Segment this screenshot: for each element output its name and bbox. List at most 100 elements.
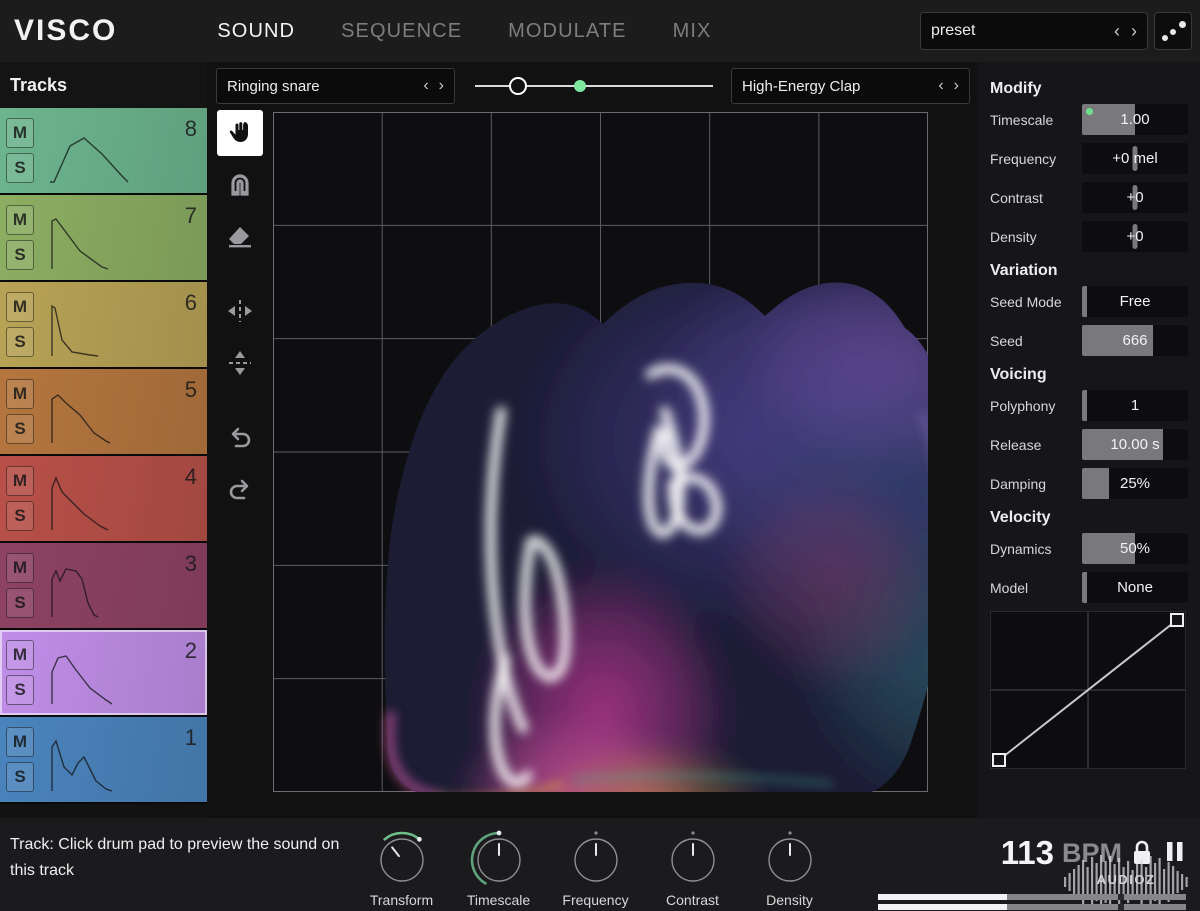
param-label: Dynamics	[990, 541, 1082, 557]
source-b-name: High-Energy Clap	[742, 78, 938, 95]
track-solo-button[interactable]: S	[6, 327, 34, 357]
knob-transform[interactable]: Transform	[370, 826, 433, 908]
morph-slider-handle[interactable]	[509, 77, 527, 95]
knob-contrast[interactable]: Contrast	[661, 826, 724, 908]
knob-dial[interactable]	[759, 826, 821, 888]
param-field-model[interactable]: None	[1082, 572, 1188, 603]
preset-next-button[interactable]: ›	[1131, 22, 1137, 40]
track-solo-button[interactable]: S	[6, 588, 34, 618]
knob-density[interactable]: Density	[758, 826, 821, 908]
track-solo-button[interactable]: S	[6, 762, 34, 792]
level-meter-tail	[1124, 904, 1186, 910]
collapse-horizontal-icon	[225, 296, 255, 326]
source-b-selector[interactable]: High-Energy Clap ‹ ›	[731, 68, 970, 104]
param-value: None	[1117, 579, 1153, 596]
knob-dial[interactable]	[371, 826, 433, 888]
knob-dial[interactable]	[662, 826, 724, 888]
audioz-label: AUDIOZ	[1062, 872, 1190, 887]
track-number: 7	[185, 203, 197, 229]
randomize-dice-button[interactable]	[1154, 12, 1192, 50]
source-a-selector[interactable]: Ringing snare ‹ ›	[216, 68, 455, 104]
param-field-contrast[interactable]: +0	[1082, 182, 1188, 213]
track-mute-button[interactable]: M	[6, 379, 34, 409]
track-row[interactable]: MS6	[0, 282, 207, 369]
knob-frequency[interactable]: Frequency	[564, 826, 627, 908]
track-envelope-icon	[50, 385, 130, 445]
track-mute-button[interactable]: M	[6, 205, 34, 235]
track-solo-button[interactable]: S	[6, 501, 34, 531]
param-field-timescale[interactable]: 1.00	[1082, 104, 1188, 135]
spectrogram-canvas[interactable]	[273, 112, 928, 792]
knob-dial[interactable]	[565, 826, 627, 888]
knob-dial[interactable]	[468, 826, 530, 888]
track-row[interactable]: MS1	[0, 717, 207, 804]
tool-button-collapse-horizontal[interactable]	[217, 288, 263, 334]
track-mute-button[interactable]: M	[6, 553, 34, 583]
nav-tab-sound[interactable]: SOUND	[217, 20, 295, 43]
track-row[interactable]: MS 7	[0, 195, 207, 282]
param-field-seed[interactable]: 666	[1082, 325, 1188, 356]
knob-ring	[381, 839, 423, 881]
source-a-prev-button[interactable]: ‹	[423, 78, 428, 94]
track-row[interactable]: MS3	[0, 543, 207, 630]
param-field-polyphony[interactable]: 1	[1082, 390, 1188, 421]
param-field-release[interactable]: 10.00 s	[1082, 429, 1188, 460]
param-field-seed-mode[interactable]: Free	[1082, 286, 1188, 317]
knob-timescale[interactable]: Timescale	[467, 826, 530, 908]
track-solo-button[interactable]: S	[6, 675, 34, 705]
preset-selector[interactable]: preset ‹ ›	[920, 12, 1148, 50]
main-nav: SOUND SEQUENCE MODULATE MIX	[217, 20, 711, 43]
track-mute-button[interactable]: M	[6, 727, 34, 757]
track-solo-button[interactable]: S	[6, 414, 34, 444]
track-number: 8	[185, 116, 197, 142]
preset-prev-button[interactable]: ‹	[1114, 22, 1120, 40]
lock-icon[interactable]	[1130, 838, 1154, 868]
track-row[interactable]: MS 8	[0, 108, 207, 195]
knob-top-mark	[691, 831, 694, 834]
tool-button-magnet[interactable]	[217, 162, 263, 208]
source-b-arrows: ‹ ›	[938, 78, 959, 94]
tool-button-eraser[interactable]	[217, 214, 263, 260]
morph-modulation-dot[interactable]	[574, 80, 586, 92]
track-mute-button[interactable]: M	[6, 640, 34, 670]
tool-button-undo[interactable]	[217, 414, 263, 460]
track-row[interactable]: MS2	[0, 630, 207, 717]
pause-icon[interactable]	[1162, 838, 1188, 868]
param-row: Contrast+0	[990, 182, 1188, 213]
param-field-damping[interactable]: 25%	[1082, 468, 1188, 499]
tool-button-pointer-hand[interactable]	[217, 110, 263, 156]
track-mute-button[interactable]: M	[6, 292, 34, 322]
nav-tab-modulate[interactable]: MODULATE	[508, 20, 626, 43]
velocity-curve-editor[interactable]	[990, 611, 1186, 769]
track-mute-button[interactable]: M	[6, 466, 34, 496]
param-field-density[interactable]: +0	[1082, 221, 1188, 252]
source-b-prev-button[interactable]: ‹	[938, 78, 943, 94]
undo-icon	[225, 422, 255, 452]
collapse-vertical-icon	[225, 348, 255, 378]
track-mute-button[interactable]: M	[6, 118, 34, 148]
source-a-arrows: ‹ ›	[423, 78, 444, 94]
track-ms-buttons: MS	[6, 553, 34, 618]
track-row[interactable]: MS5	[0, 369, 207, 456]
level-meter-hot	[878, 894, 1007, 900]
knob-arc-tip	[496, 831, 501, 836]
track-solo-button[interactable]: S	[6, 153, 34, 183]
source-a-next-button[interactable]: ›	[439, 78, 444, 94]
param-row: Polyphony1	[990, 390, 1188, 421]
nav-tab-sequence[interactable]: SEQUENCE	[341, 20, 462, 43]
tool-button-collapse-vertical[interactable]	[217, 340, 263, 386]
source-b-next-button[interactable]: ›	[954, 78, 959, 94]
tool-button-redo[interactable]	[217, 466, 263, 512]
track-solo-button[interactable]: S	[6, 240, 34, 270]
knob-label: Transform	[370, 892, 433, 908]
param-field-dynamics[interactable]: 50%	[1082, 533, 1188, 564]
spectrogram-surface[interactable]	[273, 112, 928, 792]
param-label: Contrast	[990, 190, 1082, 206]
param-field-frequency[interactable]: +0 mel	[1082, 143, 1188, 174]
track-ms-buttons: MS	[6, 205, 34, 270]
nav-tab-mix[interactable]: MIX	[673, 20, 712, 43]
track-row[interactable]: MS4	[0, 456, 207, 543]
source-a-name: Ringing snare	[227, 78, 423, 95]
bpm-value[interactable]: 113	[1001, 834, 1054, 872]
track-envelope-icon	[50, 211, 130, 271]
